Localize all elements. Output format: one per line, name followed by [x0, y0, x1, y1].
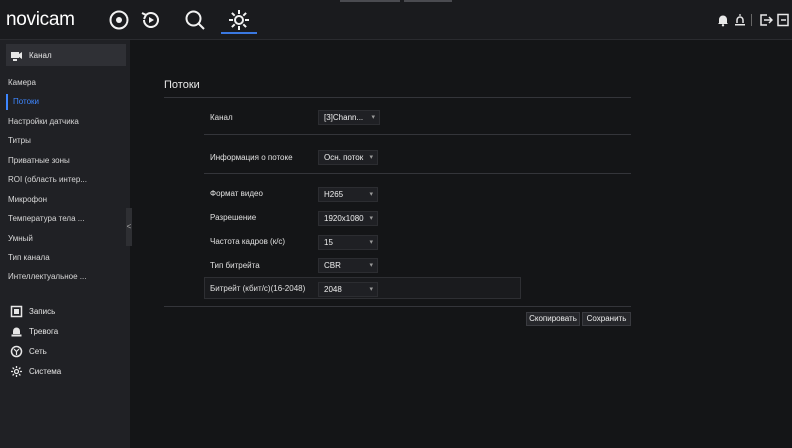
chevron-down-icon: ▾ [369, 239, 373, 246]
exit-icon[interactable] [776, 13, 790, 27]
search-icon[interactable] [183, 8, 207, 32]
sidebar-item-titles[interactable]: Титры [6, 133, 124, 149]
sidebar-section-system[interactable]: Система [6, 360, 126, 382]
sidebar-item-body-temperature[interactable]: Температура тела ... [6, 211, 124, 227]
chevron-down-icon: ▾ [369, 262, 373, 269]
logout-icon[interactable] [759, 13, 773, 27]
top-divider [404, 0, 452, 2]
bitrate-type-label: Тип битрейта [210, 261, 260, 270]
sidebar-section-record[interactable]: Запись [6, 300, 126, 322]
sidebar-item-microphone[interactable]: Микрофон [6, 192, 124, 208]
bitrate-type-select[interactable]: CBR ▾ [318, 258, 378, 273]
sidebar-section-label: Сеть [29, 346, 47, 356]
channel-select[interactable]: [3]Chann... ▾ [318, 110, 380, 125]
settings-gear-icon[interactable] [227, 8, 251, 32]
resolution-label: Разрешение [210, 213, 257, 222]
record-icon [10, 305, 23, 318]
bitrate-label: Битрейт (кбит/с)(16-2048) [210, 284, 306, 293]
sidebar-item-channel-type[interactable]: Тип канала [6, 250, 124, 266]
resolution-select-value: 1920x1080 [324, 214, 364, 223]
chevron-down-icon: ▾ [371, 114, 375, 121]
user-icon[interactable] [733, 13, 747, 27]
channel-select-value: [3]Chann... [324, 113, 364, 122]
video-format-select[interactable]: H265 ▾ [318, 187, 378, 202]
stream-info-select[interactable]: Осн. поток ▾ [318, 150, 378, 165]
sidebar-item-sensor-settings[interactable]: Настройки датчика [6, 114, 124, 130]
bitrate-select-value: 2048 [324, 285, 342, 294]
sidebar-section-alarm[interactable]: Тревога [6, 320, 126, 342]
top-bar: novicam [0, 0, 792, 40]
chevron-down-icon: ▾ [369, 286, 373, 293]
live-view-icon[interactable] [107, 8, 131, 32]
title-divider [164, 97, 631, 98]
bitrate-select[interactable]: 2048 ▾ [318, 282, 378, 297]
row-divider [204, 173, 631, 174]
active-tab-indicator [221, 32, 257, 34]
video-format-label: Формат видео [210, 189, 263, 198]
sidebar-item-streams[interactable]: Потоки [6, 94, 124, 110]
top-divider [340, 0, 400, 2]
sidebar-item-intelligent[interactable]: Интеллектуальное ... [6, 269, 124, 285]
chevron-down-icon: ▾ [369, 215, 373, 222]
sidebar-section-label: Запись [29, 306, 56, 316]
row-divider [204, 134, 631, 135]
alarm-icon [10, 325, 23, 338]
stream-info-label: Информация о потоке [210, 153, 293, 162]
system-icon [10, 365, 23, 378]
copy-button[interactable]: Скопировать [526, 312, 580, 326]
sidebar-section-label: Система [29, 366, 62, 376]
sidebar-item-roi[interactable]: ROI (область интер... [6, 172, 124, 188]
sidebar-channel-header[interactable]: Канал [6, 44, 126, 66]
frame-rate-select-value: 15 [324, 238, 333, 247]
bell-icon[interactable] [716, 13, 730, 27]
bitrate-type-select-value: CBR [324, 261, 341, 270]
sidebar-section-label: Тревога [29, 326, 59, 336]
logo: novicam [6, 9, 75, 30]
form-bottom-divider [164, 306, 631, 307]
sidebar-item-smart[interactable]: Умный [6, 231, 124, 247]
resolution-select[interactable]: 1920x1080 ▾ [318, 211, 378, 226]
chevron-down-icon: ▾ [369, 191, 373, 198]
sidebar-item-camera[interactable]: Камера [6, 75, 124, 91]
sidebar-section-network[interactable]: Сеть [6, 340, 126, 362]
playback-icon[interactable] [139, 8, 163, 32]
save-button[interactable]: Сохранить [582, 312, 631, 326]
sidebar-collapse-handle[interactable]: < [126, 208, 132, 246]
video-format-select-value: H265 [324, 190, 344, 199]
channel-label: Канал [210, 113, 233, 122]
page-title: Потоки [164, 79, 200, 91]
sidebar-item-privacy-zones[interactable]: Приватные зоны [6, 153, 124, 169]
sidebar-channel-label: Канал [29, 50, 52, 60]
network-icon [10, 345, 23, 358]
chevron-down-icon: ▾ [369, 154, 373, 161]
stream-info-select-value: Осн. поток [324, 153, 364, 162]
frame-rate-select[interactable]: 15 ▾ [318, 235, 378, 250]
top-separator [751, 14, 752, 26]
camera-channel-icon [10, 49, 23, 62]
frame-rate-label: Частота кадров (к/с) [210, 237, 286, 246]
